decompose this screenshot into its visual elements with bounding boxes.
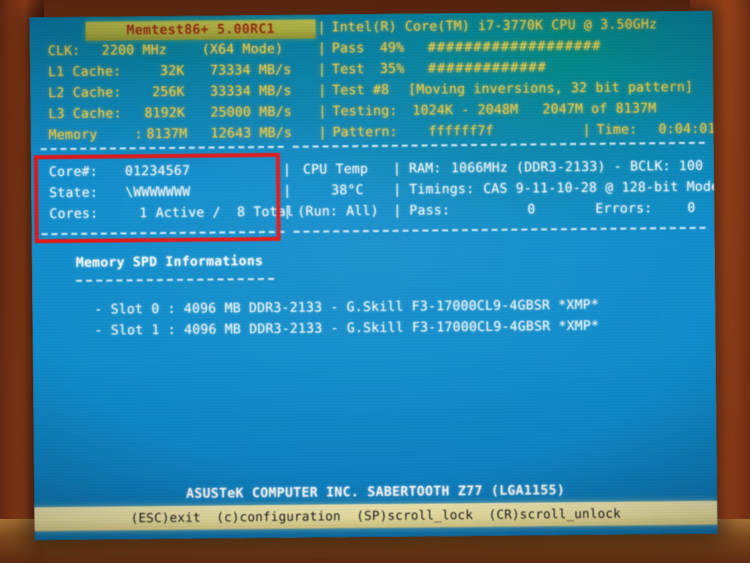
test-name: [Moving inversions, 32 bit pattern] xyxy=(408,79,694,98)
pass-count-label: Pass: xyxy=(409,203,451,219)
row-separator: | xyxy=(317,62,327,78)
test-percent: 35% xyxy=(379,61,405,77)
annotation-highlight-box xyxy=(33,152,281,244)
pass-percent: 49% xyxy=(379,40,405,56)
test-progress-bar: ############# xyxy=(427,60,547,77)
errors-value: 0 xyxy=(687,200,696,216)
row-separator: | xyxy=(318,125,327,141)
errors-label: Errors: xyxy=(595,201,653,217)
cpu-temp-label: CPU Temp xyxy=(302,162,369,178)
run-mode: (Run: All) xyxy=(297,203,379,220)
time-value: 0:04:01 xyxy=(658,121,716,138)
cpu-model-separator: | xyxy=(317,20,326,36)
panel-separator: | xyxy=(283,204,292,220)
l2-cache-speed: 33334 MB/s xyxy=(210,83,292,100)
memory-speed: 12643 MB/s xyxy=(210,125,293,142)
cpu-model: Intel(R) Core(TM) i7-3770K CPU @ 3.50GHz xyxy=(331,17,658,36)
panel-separator: | xyxy=(282,162,292,178)
testing-progress: 2047M of 8137M xyxy=(542,101,657,118)
panel-separator: | xyxy=(393,182,402,198)
memory-size: 8137M xyxy=(146,126,188,143)
pass-count-value: 0 xyxy=(527,202,536,218)
test-number: Test #8 xyxy=(332,82,390,99)
l3-cache-speed: 25000 MB/s xyxy=(210,104,292,121)
pattern-value: ffffff7f xyxy=(428,123,494,140)
pass-label: Pass xyxy=(331,41,365,57)
time-label: Time: xyxy=(596,122,638,138)
memory-colon: : xyxy=(134,127,143,143)
l1-cache-label: L1 Cache: xyxy=(47,64,122,81)
panel-separator: | xyxy=(393,203,402,219)
monitor-photograph: Memtest86+ 5.00RC1 | Intel(R) Core(TM) i… xyxy=(0,0,750,563)
ram-value: 1066MHz (DDR3-2133) - BCLK: 100 xyxy=(450,158,704,177)
memory-label: Memory xyxy=(48,127,98,144)
testing-label: Testing: xyxy=(332,103,398,120)
spd-heading: Memory SPD Informations xyxy=(75,254,264,271)
l3-cache-label: L3 Cache: xyxy=(48,106,122,123)
l1-cache-size: 32K xyxy=(159,63,185,80)
l2-cache-label: L2 Cache: xyxy=(48,85,122,102)
clk-mode: (X64 Mode) xyxy=(201,41,284,58)
pass-progress-bar: ################### xyxy=(427,38,602,56)
terminal-text-layer: | Intel(R) Core(TM) i7-3770K CPU @ 3.50G… xyxy=(30,11,718,541)
clk-label: CLK: xyxy=(47,43,81,60)
time-separator: | xyxy=(582,122,591,138)
testing-range: 1024K - 2048M xyxy=(412,102,519,119)
timings-value: CAS 9-11-10-28 @ 128-bit Mode xyxy=(483,179,718,197)
l1-cache-speed: 73334 MB/s xyxy=(209,62,292,79)
clk-value: 2200 MHz xyxy=(101,42,168,59)
row-separator: | xyxy=(318,83,327,99)
cpu-temp-value: 38°C xyxy=(331,183,364,199)
timings-label: Timings: xyxy=(409,182,475,198)
test-label: Test xyxy=(331,62,365,78)
l2-cache-size: 256K xyxy=(152,84,185,101)
crt-screen: Memtest86+ 5.00RC1 | Intel(R) Core(TM) i… xyxy=(29,10,718,541)
pattern-label: Pattern: xyxy=(332,124,398,141)
row-separator: | xyxy=(318,104,327,120)
spd-slot-1: - Slot 1 : 4096 MB DDR3-2133 - G.Skill F… xyxy=(94,318,600,339)
panel-separator: | xyxy=(283,183,292,199)
l3-cache-size: 8192K xyxy=(144,105,186,122)
panel-separator: | xyxy=(392,161,402,177)
row-separator: | xyxy=(317,41,327,57)
ram-label: RAM: xyxy=(408,161,442,177)
